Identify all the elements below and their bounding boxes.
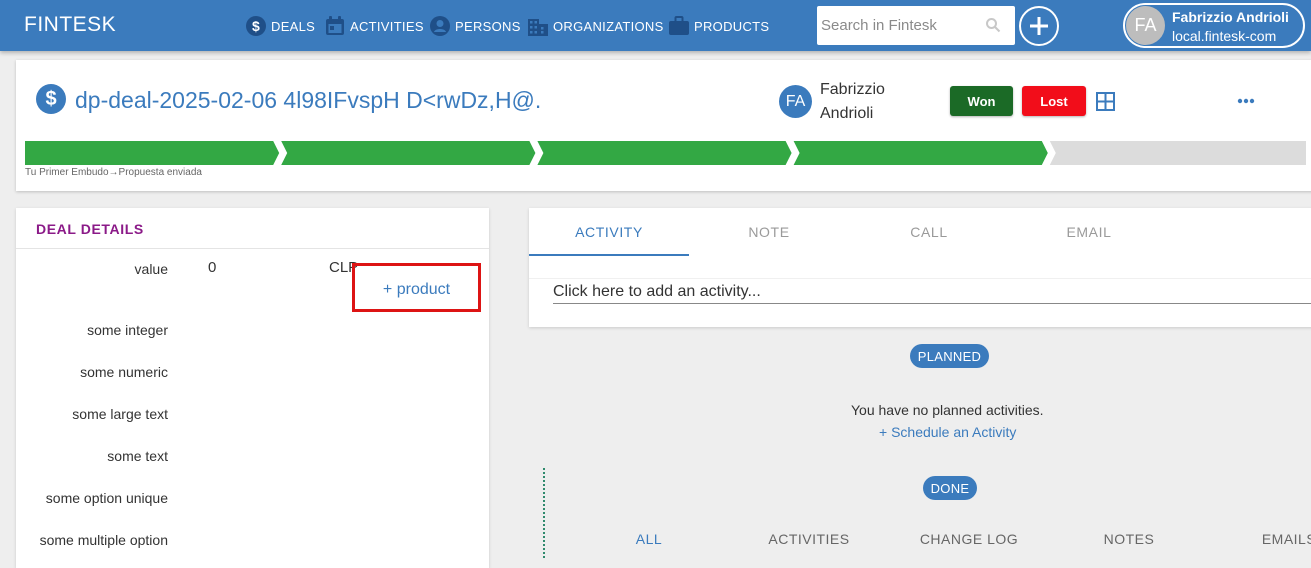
nav-persons[interactable]: PERSONS xyxy=(430,14,521,38)
quick-add-button[interactable] xyxy=(1019,6,1059,46)
lost-button[interactable]: Lost xyxy=(1022,86,1086,116)
grid-view-icon[interactable] xyxy=(1096,92,1115,111)
details-title: DEAL DETAILS xyxy=(36,221,144,237)
deal-details-card: DEAL DETAILS value 0 CLP + product some … xyxy=(16,208,489,568)
nav-activities[interactable]: ACTIVITIES xyxy=(325,14,424,38)
planned-badge: PLANNED xyxy=(910,344,989,368)
owner-avatar[interactable]: FA xyxy=(779,85,812,118)
filter-tab-activities[interactable]: ACTIVITIES xyxy=(729,531,889,547)
nav-products[interactable]: PRODUCTS xyxy=(669,14,769,38)
nav-deals[interactable]: $ DEALS xyxy=(246,14,315,38)
empty-planned-message: You have no planned activities. xyxy=(851,402,1044,418)
add-product-button[interactable]: + product xyxy=(352,263,481,312)
nav-activities-label: ACTIVITIES xyxy=(350,18,424,34)
pipeline-stage[interactable] xyxy=(281,141,536,165)
svg-text:$: $ xyxy=(252,18,260,34)
filter-tab-notes[interactable]: NOTES xyxy=(1049,531,1209,547)
field-label-value: value xyxy=(134,261,168,277)
user-name: Fabrizzio Andrioli xyxy=(1172,9,1289,25)
top-navbar: FINTESK $ DEALS ACTIVITIES PERSONS ORGAN… xyxy=(0,0,1311,51)
dollar-circle-icon: $ xyxy=(246,16,266,36)
calendar-icon xyxy=(326,16,344,35)
pipeline-stage[interactable] xyxy=(793,141,1048,165)
plus-icon xyxy=(1030,17,1048,35)
dollar-circle-icon: $ xyxy=(36,84,66,114)
deal-header-card: $ dp-deal-2025-02-06 4l98IFvspH D<rwDz,H… xyxy=(16,60,1311,191)
person-circle-icon xyxy=(430,16,450,36)
deal-title[interactable]: dp-deal-2025-02-06 4l98IFvspH D<rwDz,H@. xyxy=(75,87,541,114)
activity-composer-card: ACTIVITY NOTE CALL EMAIL xyxy=(529,208,1311,327)
tab-email[interactable]: EMAIL xyxy=(1009,208,1169,256)
won-button[interactable]: Won xyxy=(950,86,1013,116)
timeline-line xyxy=(543,468,545,558)
nav-organizations[interactable]: ORGANIZATIONS xyxy=(528,14,664,38)
pipeline-stage[interactable] xyxy=(1049,141,1306,165)
field-label: some text xyxy=(107,448,168,464)
filter-tab-change-log[interactable]: CHANGE LOG xyxy=(889,531,1049,547)
pipeline-stage[interactable] xyxy=(25,141,280,165)
tab-activity[interactable]: ACTIVITY xyxy=(529,208,689,256)
tab-call[interactable]: CALL xyxy=(849,208,1009,256)
nav-organizations-label: ORGANIZATIONS xyxy=(553,18,664,34)
pipeline-stage[interactable] xyxy=(537,141,792,165)
pipeline-progress xyxy=(25,141,1306,165)
stage-path: Tu Primer Embudo→Propuesta enviada xyxy=(25,167,202,178)
schedule-activity-link[interactable]: + Schedule an Activity xyxy=(879,424,1016,440)
field-label: some multiple option xyxy=(39,532,168,548)
search-input[interactable] xyxy=(821,10,986,41)
building-icon xyxy=(528,19,548,36)
add-activity-input[interactable] xyxy=(553,280,1311,304)
field-label: some large text xyxy=(72,406,168,422)
search-box xyxy=(817,6,1015,45)
field-label: some option unique xyxy=(45,490,168,506)
divider xyxy=(529,278,1311,279)
nav-persons-label: PERSONS xyxy=(455,18,521,34)
user-menu[interactable]: FA Fabrizzio Andrioli local.fintesk-com xyxy=(1123,3,1305,48)
owner-name[interactable]: Fabrizzio Andrioli xyxy=(820,78,910,126)
brand-logo[interactable]: FINTESK xyxy=(24,13,116,37)
divider xyxy=(16,248,489,249)
field-value[interactable]: 0 xyxy=(208,259,216,276)
user-avatar: FA xyxy=(1126,6,1165,45)
field-label: some integer xyxy=(87,322,168,338)
briefcase-icon xyxy=(669,16,689,35)
search-icon[interactable] xyxy=(985,17,1001,33)
filter-tab-all[interactable]: ALL xyxy=(569,531,729,547)
user-org: local.fintesk-com xyxy=(1172,28,1277,44)
nav-products-label: PRODUCTS xyxy=(694,18,770,34)
field-label: some numeric xyxy=(80,364,168,380)
done-badge: DONE xyxy=(923,476,977,500)
nav-deals-label: DEALS xyxy=(271,18,316,34)
filter-tab-emails[interactable]: EMAILS xyxy=(1209,531,1311,547)
more-options-icon[interactable] xyxy=(1237,98,1255,104)
add-product-label: + product xyxy=(382,281,451,298)
tab-note[interactable]: NOTE xyxy=(689,208,849,256)
